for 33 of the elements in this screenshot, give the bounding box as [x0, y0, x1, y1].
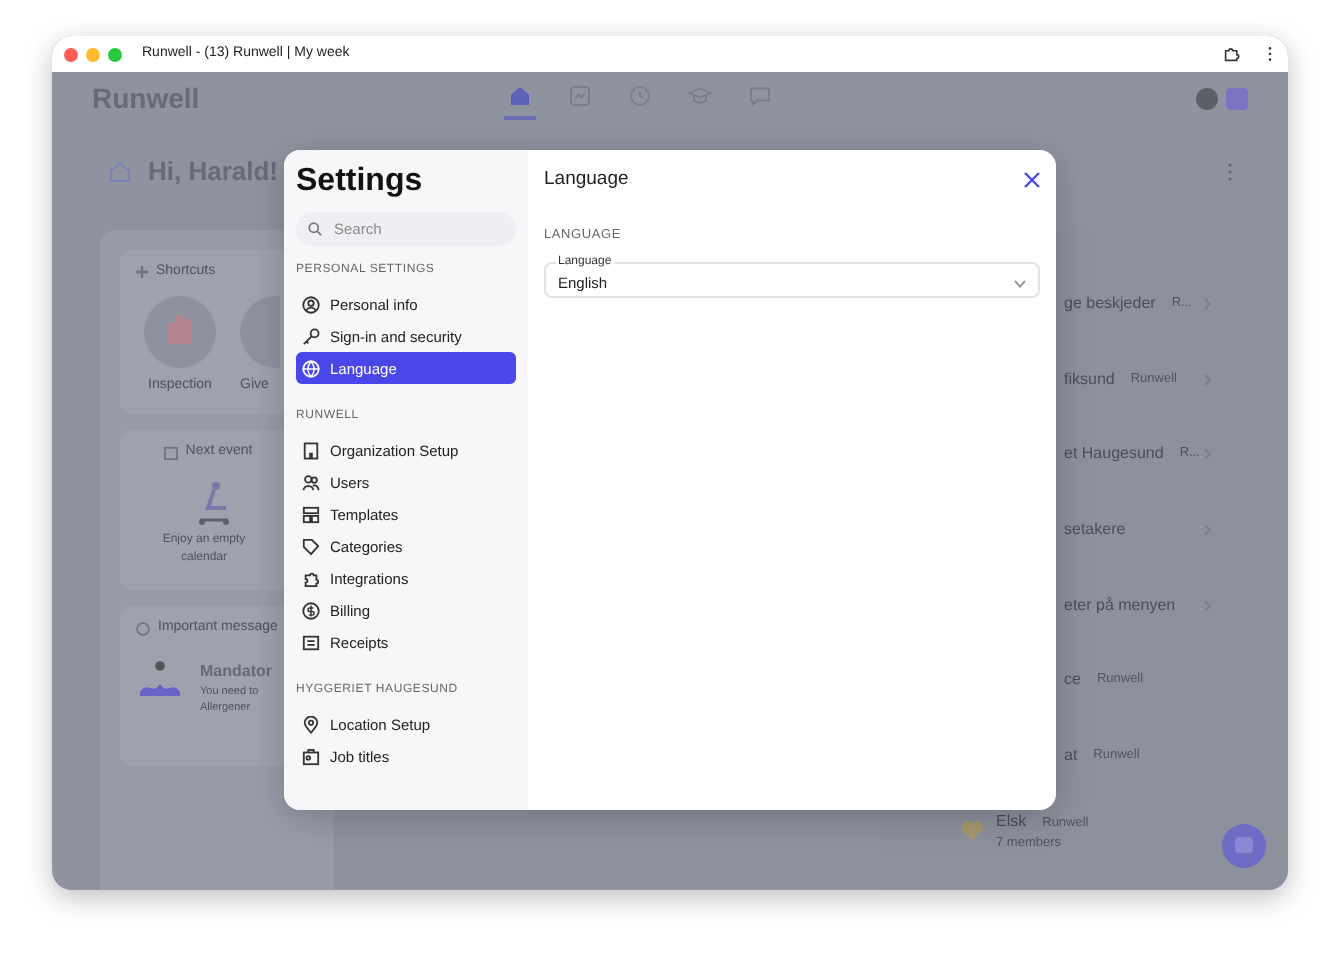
home-icon [507, 84, 532, 108]
chat-button-icon[interactable] [1222, 824, 1266, 868]
maximize-window-dot[interactable] [108, 47, 122, 61]
dollar-coin-icon [302, 601, 320, 620]
chevron-down-icon [1014, 279, 1026, 287]
close-window-dot[interactable] [64, 47, 78, 61]
plus-icon [136, 266, 148, 279]
person-on-wave-drawing [136, 659, 184, 699]
search-icon [308, 222, 322, 237]
minimize-window-dot[interactable] [86, 47, 100, 61]
settings-title: Settings [296, 162, 425, 201]
person-circle-icon [302, 295, 320, 314]
avatar-icon[interactable] [1196, 87, 1218, 109]
tag-icon [302, 537, 320, 556]
more-menu-icon[interactable] [1264, 46, 1276, 62]
pane-title: Language [544, 166, 629, 194]
puzzle-icon[interactable] [1224, 46, 1240, 62]
users-icon [302, 473, 320, 492]
close-button[interactable] [1024, 172, 1040, 189]
add-button-icon[interactable] [1226, 87, 1248, 109]
key-icon [302, 327, 320, 346]
globe-icon [302, 359, 320, 378]
house-icon [108, 159, 132, 184]
template-icon [302, 505, 320, 524]
heart-icon [960, 820, 984, 843]
message-title: Mandator [200, 659, 272, 683]
receipt-icon [302, 633, 320, 652]
close-icon [1024, 172, 1040, 189]
puzzle-icon [302, 569, 320, 588]
location-pin-icon [302, 715, 320, 734]
shortcut-icon[interactable] [240, 295, 280, 367]
id-card-icon [302, 747, 320, 766]
building-icon [302, 441, 320, 460]
